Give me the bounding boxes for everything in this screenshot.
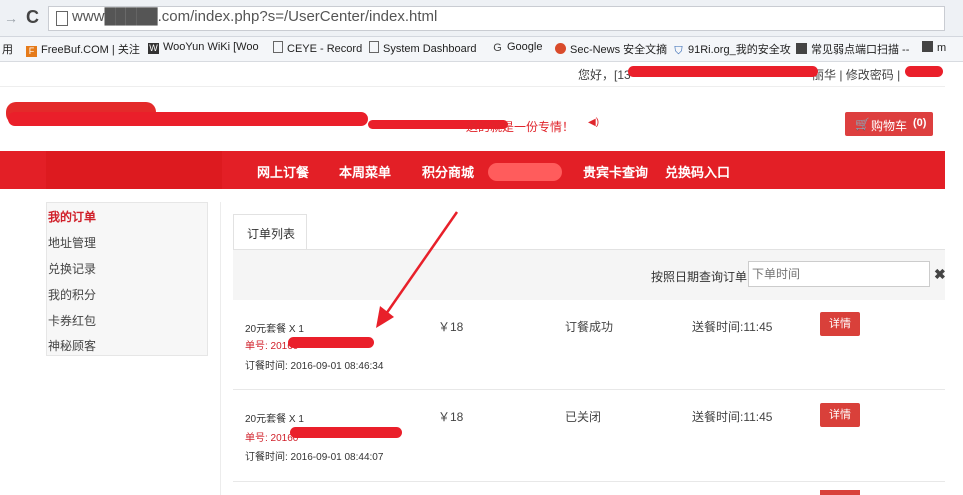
arrow-shaft xyxy=(384,211,459,315)
arrow-head xyxy=(376,306,394,328)
annotation-arrow xyxy=(376,211,459,328)
